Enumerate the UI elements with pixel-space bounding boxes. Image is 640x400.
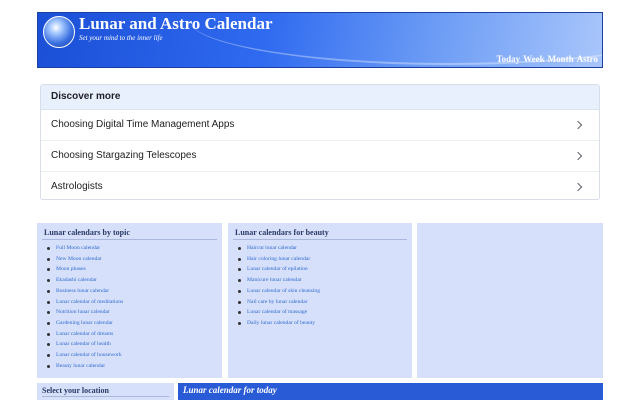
nav-month[interactable]: Month <box>548 54 574 64</box>
topic-link[interactable]: Full Moon calendar <box>47 243 217 254</box>
discover-item-label: Astrologists <box>51 181 103 192</box>
nav-today[interactable]: Today <box>496 54 520 64</box>
nav-week[interactable]: Week <box>523 54 545 64</box>
nav-astro[interactable]: Astro <box>577 54 598 64</box>
site-tagline: Set your mind to the inner life <box>79 34 163 42</box>
beauty-panel: Lunar calendars for beauty Haircut lunar… <box>228 223 412 378</box>
topic-link[interactable]: Beauty lunar calendar <box>47 361 217 372</box>
discover-item-telescopes[interactable]: Choosing Stargazing Telescopes <box>41 141 599 172</box>
topic-link[interactable]: Lunar calendar of housework <box>47 350 217 361</box>
site-title[interactable]: Lunar and Astro Calendar <box>79 14 273 34</box>
globe-logo-icon[interactable] <box>43 16 75 48</box>
discover-item-time-management[interactable]: Choosing Digital Time Management Apps <box>41 110 599 141</box>
beauty-link[interactable]: Manicure lunar calendar <box>238 275 407 286</box>
topic-link[interactable]: Gardening lunar calendar <box>47 318 217 329</box>
topics-list: Full Moon calendar New Moon calendar Moo… <box>42 243 217 371</box>
discover-item-astrologists[interactable]: Astrologists <box>41 172 599 202</box>
beauty-link[interactable]: Hair coloring lunar calendar <box>238 254 407 265</box>
topic-link[interactable]: Business lunar calendar <box>47 286 217 297</box>
topic-link[interactable]: Lunar calendar of meditations <box>47 297 217 308</box>
chevron-right-icon <box>573 151 583 161</box>
discover-more-heading: Discover more <box>41 85 599 110</box>
discover-more-box: Discover more Choosing Digital Time Mana… <box>40 84 600 200</box>
topic-link[interactable]: Lunar calendar of dreams <box>47 329 217 340</box>
beauty-link[interactable]: Lunar calendar of skin cleansing <box>238 286 407 297</box>
topics-heading: Lunar calendars by topic <box>42 227 217 240</box>
topics-panel: Lunar calendars by topic Full Moon calen… <box>37 223 222 378</box>
beauty-link[interactable]: Lunar calendar of epilation <box>238 264 407 275</box>
beauty-list: Haircut lunar calendar Hair coloring lun… <box>233 243 407 329</box>
beauty-link[interactable]: Lunar calendar of massage <box>238 307 407 318</box>
topic-link[interactable]: Lunar calendar of health <box>47 339 217 350</box>
beauty-link[interactable]: Daily lunar calendar of beauty <box>238 318 407 329</box>
chevron-right-icon <box>573 120 583 130</box>
beauty-heading: Lunar calendars for beauty <box>233 227 407 240</box>
topic-link[interactable]: New Moon calendar <box>47 254 217 265</box>
beauty-link[interactable]: Haircut lunar calendar <box>238 243 407 254</box>
empty-panel <box>417 223 603 378</box>
topic-link[interactable]: Nutrition lunar calendar <box>47 307 217 318</box>
discover-item-label: Choosing Digital Time Management Apps <box>51 119 235 130</box>
location-box: Select your location <box>37 383 174 400</box>
site-header-banner: Lunar and Astro Calendar Set your mind t… <box>37 12 603 68</box>
chevron-right-icon <box>573 182 583 192</box>
top-nav: Today Week Month Astro <box>496 54 598 64</box>
beauty-link[interactable]: Nail care by lunar calendar <box>238 297 407 308</box>
today-heading: Lunar calendar for today <box>183 385 277 395</box>
location-heading: Select your location <box>42 386 169 397</box>
today-heading-bar: Lunar calendar for today <box>178 383 603 400</box>
discover-item-label: Choosing Stargazing Telescopes <box>51 150 197 161</box>
topic-link[interactable]: Moon phases <box>47 264 217 275</box>
topic-link[interactable]: Ekadashi calendar <box>47 275 217 286</box>
